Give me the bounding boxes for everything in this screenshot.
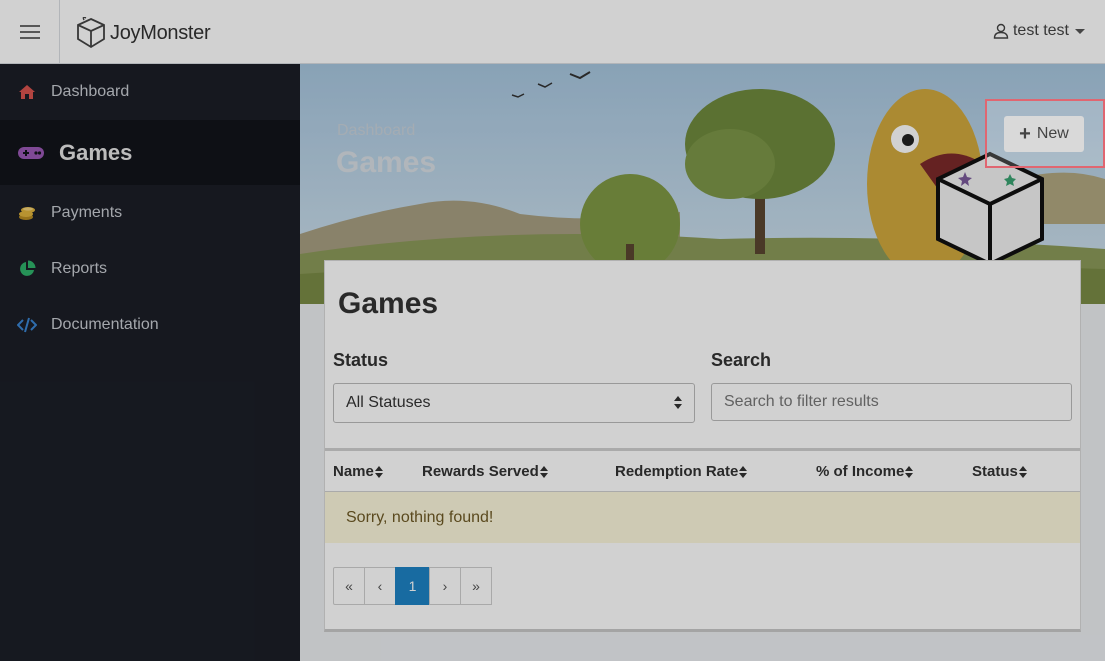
search-input[interactable] [711,383,1072,421]
main-content: Dashboard Games + New Games Status Searc… [300,64,1105,661]
sidebar-item-label: Games [59,139,133,165]
top-navbar: JoyMonster test test [0,0,1105,64]
user-name: test test [1012,22,1069,39]
dice-logo-icon [77,17,105,49]
search-filter-label: Search [711,350,772,370]
pagination-page-1[interactable]: 1 [395,567,430,605]
sidebar-item-label: Payments [51,204,123,221]
column-header-label: Name [333,463,374,480]
column-header-name[interactable]: Name [333,463,383,480]
column-header-label: Status [972,463,1018,480]
column-header-redemption-rate[interactable]: Redemption Rate [615,463,748,480]
sidebar-item-games[interactable]: Games [0,120,300,185]
coins-icon [17,203,37,223]
pagination: « ‹ 1 › » [333,567,492,605]
user-menu-dropdown[interactable]: test test [993,22,1085,40]
games-card: Games Status Search All Statuses Name Re… [324,260,1081,632]
sort-icon [539,465,548,478]
column-header-label: Rewards Served [422,463,539,480]
empty-results-message: Sorry, nothing found! [325,492,1080,543]
status-select-value: All Statuses [346,394,431,411]
sidebar-item-dashboard[interactable]: Dashboard [0,64,300,120]
sidebar-item-documentation[interactable]: Documentation [0,297,300,353]
sort-icon [1018,465,1027,478]
pagination-last-button[interactable]: » [460,567,492,605]
table-header: Name Rewards Served Redemption Rate % of… [325,448,1080,492]
card-title: Games [338,287,439,320]
plus-icon: + [1019,123,1031,145]
sort-icon [739,465,748,478]
new-game-button[interactable]: + New [1004,116,1084,152]
brand-name: JoyMonster [110,21,211,44]
sidebar-item-label: Reports [51,260,108,277]
sidebar-item-payments[interactable]: Payments [0,185,300,241]
gamepad-icon [17,143,45,163]
sidebar-item-label: Documentation [51,316,159,333]
brand-logo[interactable]: JoyMonster [76,16,211,50]
select-arrows-icon [674,396,682,410]
new-button-label: New [1036,125,1069,142]
column-header-percent-income[interactable]: % of Income [816,463,914,480]
column-header-label: % of Income [816,463,905,480]
sort-icon [905,465,914,478]
breadcrumb[interactable]: Dashboard [337,122,415,140]
pagination-prev-button[interactable]: ‹ [364,567,396,605]
sidebar-item-reports[interactable]: Reports [0,241,300,297]
sidebar-item-label: Dashboard [51,83,130,100]
page-title: Games [336,146,437,179]
column-header-status[interactable]: Status [972,463,1027,480]
hamburger-icon [19,24,40,40]
home-icon [17,82,37,102]
status-select[interactable]: All Statuses [333,383,695,423]
code-icon [17,315,37,335]
hamburger-menu-button[interactable] [0,0,60,64]
pagination-next-button[interactable]: › [429,567,461,605]
status-filter-label: Status [333,350,389,370]
column-header-label: Redemption Rate [615,463,739,480]
user-icon [993,23,1009,39]
caret-down-icon [1075,28,1085,34]
column-header-rewards-served[interactable]: Rewards Served [422,463,548,480]
sort-icon [374,465,383,478]
pie-chart-icon [17,259,37,279]
sidebar: Dashboard Games Payments Reports Documen… [0,64,300,661]
pagination-first-button[interactable]: « [333,567,365,605]
